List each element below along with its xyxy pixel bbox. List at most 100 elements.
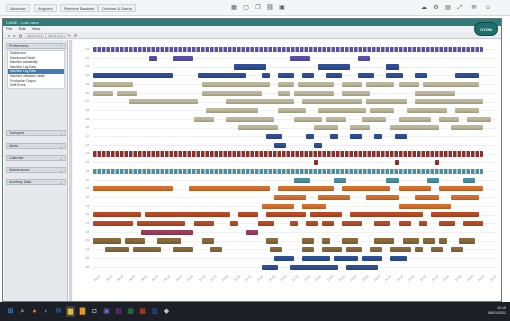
gantt-bar[interactable] xyxy=(133,247,162,253)
expand-icon[interactable]: ⤢ xyxy=(456,4,464,12)
onenote-icon[interactable]: ▤ xyxy=(114,306,123,317)
gantt-bar[interactable] xyxy=(454,73,479,79)
gantt-bar[interactable] xyxy=(261,264,278,270)
gantt-bar[interactable] xyxy=(302,99,363,105)
gantt-bar[interactable] xyxy=(93,151,483,157)
gantt-bar[interactable] xyxy=(201,238,214,244)
gantt-bar[interactable] xyxy=(422,81,479,87)
gantt-bar[interactable] xyxy=(277,90,290,96)
gantt-bar[interactable] xyxy=(438,221,455,227)
gantt-bar[interactable] xyxy=(93,238,122,244)
gantt-bar[interactable] xyxy=(129,99,198,105)
firefox-icon[interactable]: ● xyxy=(30,306,39,317)
gantt-bar[interactable] xyxy=(430,212,479,218)
gantt-bar[interactable] xyxy=(434,160,439,166)
gantt-bar[interactable] xyxy=(326,73,343,79)
link-icon[interactable]: ⛓ xyxy=(266,4,274,12)
gantt-bar[interactable] xyxy=(294,116,323,122)
date-to-field[interactable]: 06/01/2021 xyxy=(46,33,67,38)
gantt-bar[interactable] xyxy=(125,238,146,244)
refresh-icon[interactable]: ↻ xyxy=(67,33,72,38)
forward-icon[interactable]: ▸ xyxy=(12,33,17,38)
gantt-bar[interactable] xyxy=(302,255,331,261)
gantt-bar[interactable] xyxy=(426,177,439,183)
gantt-bar[interactable] xyxy=(265,134,282,140)
calendar-icon[interactable]: ▤ xyxy=(18,33,23,38)
grid-icon[interactable]: ▦ xyxy=(230,4,238,12)
gantt-bar[interactable] xyxy=(173,55,194,61)
gantt-bar[interactable] xyxy=(318,107,367,114)
user-icon[interactable]: ☺ xyxy=(484,4,492,12)
gantt-bar[interactable] xyxy=(366,194,399,201)
gantt-bar[interactable] xyxy=(438,116,459,122)
gantt-bar[interactable] xyxy=(273,142,286,148)
menu-view[interactable]: View xyxy=(32,26,41,31)
gantt-bar[interactable] xyxy=(261,203,294,209)
gantt-bar[interactable] xyxy=(334,64,351,70)
gantt-bar[interactable] xyxy=(137,221,186,227)
gantt-bar[interactable] xyxy=(458,238,475,244)
gantt-bar[interactable] xyxy=(362,255,383,261)
cloud-icon[interactable]: ☁ xyxy=(420,4,428,12)
gantt-bar[interactable] xyxy=(273,194,307,201)
gantt-bar[interactable] xyxy=(273,255,294,261)
section-auxiliary-data[interactable]: Auxiliary Data ⌄ xyxy=(6,179,66,185)
gantt-bar[interactable] xyxy=(265,238,278,244)
gantt-bar[interactable] xyxy=(277,73,294,79)
box-icon[interactable]: ▤ xyxy=(444,4,452,12)
gantt-bar[interactable] xyxy=(362,116,387,122)
gear-icon[interactable]: ⚙ xyxy=(432,4,440,12)
gantt-bar[interactable] xyxy=(265,212,307,218)
gantt-bar[interactable] xyxy=(289,55,311,61)
gantt-bar[interactable] xyxy=(366,81,395,87)
gantt-bar[interactable] xyxy=(141,229,194,235)
gantt-bar[interactable] xyxy=(289,264,339,270)
gantt-bar[interactable] xyxy=(342,81,363,87)
gantt-bar[interactable] xyxy=(193,221,214,227)
settings-icon[interactable]: ⚙ xyxy=(73,33,78,38)
menu-edit[interactable]: Edit xyxy=(19,26,26,31)
gantt-bar[interactable] xyxy=(386,177,399,183)
gantt-bar[interactable] xyxy=(93,221,134,227)
gantt-bar[interactable] xyxy=(314,142,323,148)
gantt-bar[interactable] xyxy=(346,247,363,253)
folder-icon[interactable]: ▇ xyxy=(78,306,87,317)
gantt-bar[interactable] xyxy=(302,203,327,209)
window-icon[interactable]: ▣ xyxy=(278,4,286,12)
gantt-bar[interactable] xyxy=(398,81,419,87)
user-badge[interactable]: CYON xyxy=(474,22,498,36)
back-icon[interactable]: ◂ xyxy=(6,33,11,38)
section-maintenance[interactable]: Maintenance ⌄ xyxy=(6,167,66,173)
gantt-bar[interactable] xyxy=(233,64,266,70)
gantt-bar[interactable] xyxy=(466,186,483,192)
gantt-bar[interactable] xyxy=(342,221,363,227)
gantt-bar[interactable] xyxy=(342,90,371,96)
section-alerts[interactable]: Alerts ⌄ xyxy=(6,143,66,149)
gantt-bar[interactable] xyxy=(366,99,407,105)
search-icon[interactable]: ⌕ xyxy=(18,306,27,317)
app-icon[interactable]: ◆ xyxy=(162,306,171,317)
gantt-bar[interactable] xyxy=(430,247,443,253)
gantt-bar[interactable] xyxy=(93,73,174,79)
edge-icon[interactable]: ◐ xyxy=(42,306,51,317)
copy-icon[interactable]: ❐ xyxy=(254,4,262,12)
gantt-bar[interactable] xyxy=(294,177,311,183)
gantt-bar[interactable] xyxy=(277,186,335,192)
gantt-bar[interactable] xyxy=(466,116,491,122)
gantt-bar[interactable] xyxy=(326,116,347,122)
gantt-bar[interactable] xyxy=(322,221,335,227)
gantt-bar[interactable] xyxy=(318,194,351,201)
menu-orelane-sarna[interactable]: Orelane & Sarna xyxy=(98,4,136,12)
gantt-bar[interactable] xyxy=(342,238,359,244)
gantt-bar[interactable] xyxy=(386,64,399,70)
gantt-bar[interactable] xyxy=(197,73,246,79)
gantt-bar[interactable] xyxy=(438,238,447,244)
gantt-bar[interactable] xyxy=(462,221,483,227)
gantt-bar[interactable] xyxy=(370,107,395,114)
gantt-bar[interactable] xyxy=(257,221,274,227)
gantt-bar[interactable] xyxy=(269,247,282,253)
gantt-bar[interactable] xyxy=(225,116,274,122)
gantt-bar[interactable] xyxy=(322,247,343,253)
gantt-bar[interactable] xyxy=(386,73,403,79)
gantt-bar[interactable] xyxy=(310,212,343,218)
